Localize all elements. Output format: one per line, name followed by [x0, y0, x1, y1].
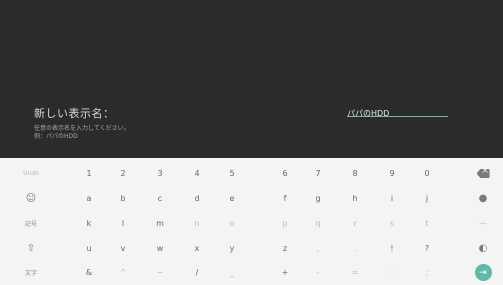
- key-j[interactable]: j: [412, 186, 442, 211]
- character-mode-key[interactable]: 文字: [12, 260, 50, 285]
- key-o[interactable]: o: [217, 211, 247, 236]
- key-c[interactable]: c: [145, 186, 175, 211]
- shift-key[interactable]: ⇧: [12, 236, 50, 261]
- hint-line-2: 例：パパのHDD: [34, 133, 78, 140]
- key-q[interactable]: q: [303, 211, 333, 236]
- key-m[interactable]: m: [145, 211, 175, 236]
- key-d[interactable]: d: [182, 186, 212, 211]
- rename-dialog: 新しい表示名： 任意の表示名を入力してください。 例：パパのHDD: [0, 0, 503, 158]
- keyboard-row-5: 文字 & ^ ~ / _ + - = : ; ⇥: [0, 260, 503, 285]
- key-z[interactable]: z: [270, 236, 300, 261]
- key-g[interactable]: g: [303, 186, 333, 211]
- on-screen-keyboard: Undo 1 2 3 4 5 6 7 8 9 0 ☺ a b c d e f g…: [0, 158, 503, 285]
- new-display-name-label: 新しい表示名：: [34, 107, 115, 120]
- key-f[interactable]: f: [270, 186, 300, 211]
- key-exclamation[interactable]: !: [377, 236, 407, 261]
- key-h[interactable]: h: [340, 186, 370, 211]
- key-period[interactable]: .: [340, 236, 370, 261]
- input-hint: 任意の表示名を入力してください。 例：パパのHDD: [34, 125, 130, 141]
- key-e[interactable]: e: [217, 186, 247, 211]
- key-slash[interactable]: /: [182, 260, 212, 285]
- key-5[interactable]: 5: [217, 161, 247, 186]
- key-plus[interactable]: +: [270, 260, 300, 285]
- keyboard-row-1: Undo 1 2 3 4 5 6 7 8 9 0: [0, 161, 503, 186]
- key-t[interactable]: t: [412, 211, 442, 236]
- keyboard-row-2: ☺ a b c d e f g h i j ●: [0, 186, 503, 211]
- key-equals[interactable]: =: [340, 260, 370, 285]
- key-6[interactable]: 6: [270, 161, 300, 186]
- key-y[interactable]: y: [217, 236, 247, 261]
- key-1[interactable]: 1: [74, 161, 104, 186]
- key-a[interactable]: a: [74, 186, 104, 211]
- key-2[interactable]: 2: [108, 161, 138, 186]
- key-tilde[interactable]: ~: [145, 260, 175, 285]
- enter-icon: ⇥: [474, 264, 492, 281]
- key-comma[interactable]: ,: [303, 236, 333, 261]
- key-v[interactable]: v: [108, 236, 138, 261]
- backspace-icon: [476, 169, 490, 178]
- keyboard-row-4: ⇧ u v w x y z , . ! ? ◐: [0, 236, 503, 261]
- space-key[interactable]: —: [468, 211, 498, 236]
- key-colon[interactable]: :: [377, 260, 407, 285]
- key-b[interactable]: b: [108, 186, 138, 211]
- key-underscore[interactable]: _: [217, 260, 247, 285]
- key-question[interactable]: ?: [412, 236, 442, 261]
- key-minus[interactable]: -: [303, 260, 333, 285]
- key-ampersand[interactable]: &: [74, 260, 104, 285]
- key-8[interactable]: 8: [340, 161, 370, 186]
- display-name-input[interactable]: [347, 106, 448, 121]
- key-semicolon[interactable]: ;: [412, 260, 442, 285]
- key-3[interactable]: 3: [145, 161, 175, 186]
- voice-key[interactable]: ●: [468, 186, 498, 211]
- key-i[interactable]: i: [377, 186, 407, 211]
- keyboard-row-3: 記号 k l m n o p q r s t —: [0, 211, 503, 236]
- key-k[interactable]: k: [74, 211, 104, 236]
- backspace-key[interactable]: [468, 161, 498, 186]
- symbols-key[interactable]: 記号: [12, 211, 50, 236]
- key-7[interactable]: 7: [303, 161, 333, 186]
- display-name-field[interactable]: [347, 101, 448, 121]
- key-u[interactable]: u: [74, 236, 104, 261]
- key-s[interactable]: s: [377, 211, 407, 236]
- hint-line-1: 任意の表示名を入力してください。: [34, 125, 130, 132]
- settings-key[interactable]: ◐: [468, 236, 498, 261]
- key-n[interactable]: n: [182, 211, 212, 236]
- key-x[interactable]: x: [182, 236, 212, 261]
- undo-key[interactable]: Undo: [12, 161, 50, 186]
- key-4[interactable]: 4: [182, 161, 212, 186]
- key-p[interactable]: p: [270, 211, 300, 236]
- key-l[interactable]: l: [108, 211, 138, 236]
- key-9[interactable]: 9: [377, 161, 407, 186]
- key-0[interactable]: 0: [412, 161, 442, 186]
- key-w[interactable]: w: [145, 236, 175, 261]
- key-r[interactable]: r: [340, 211, 370, 236]
- enter-key[interactable]: ⇥: [468, 260, 498, 285]
- emoji-key[interactable]: ☺: [12, 186, 50, 211]
- key-caret[interactable]: ^: [108, 260, 138, 285]
